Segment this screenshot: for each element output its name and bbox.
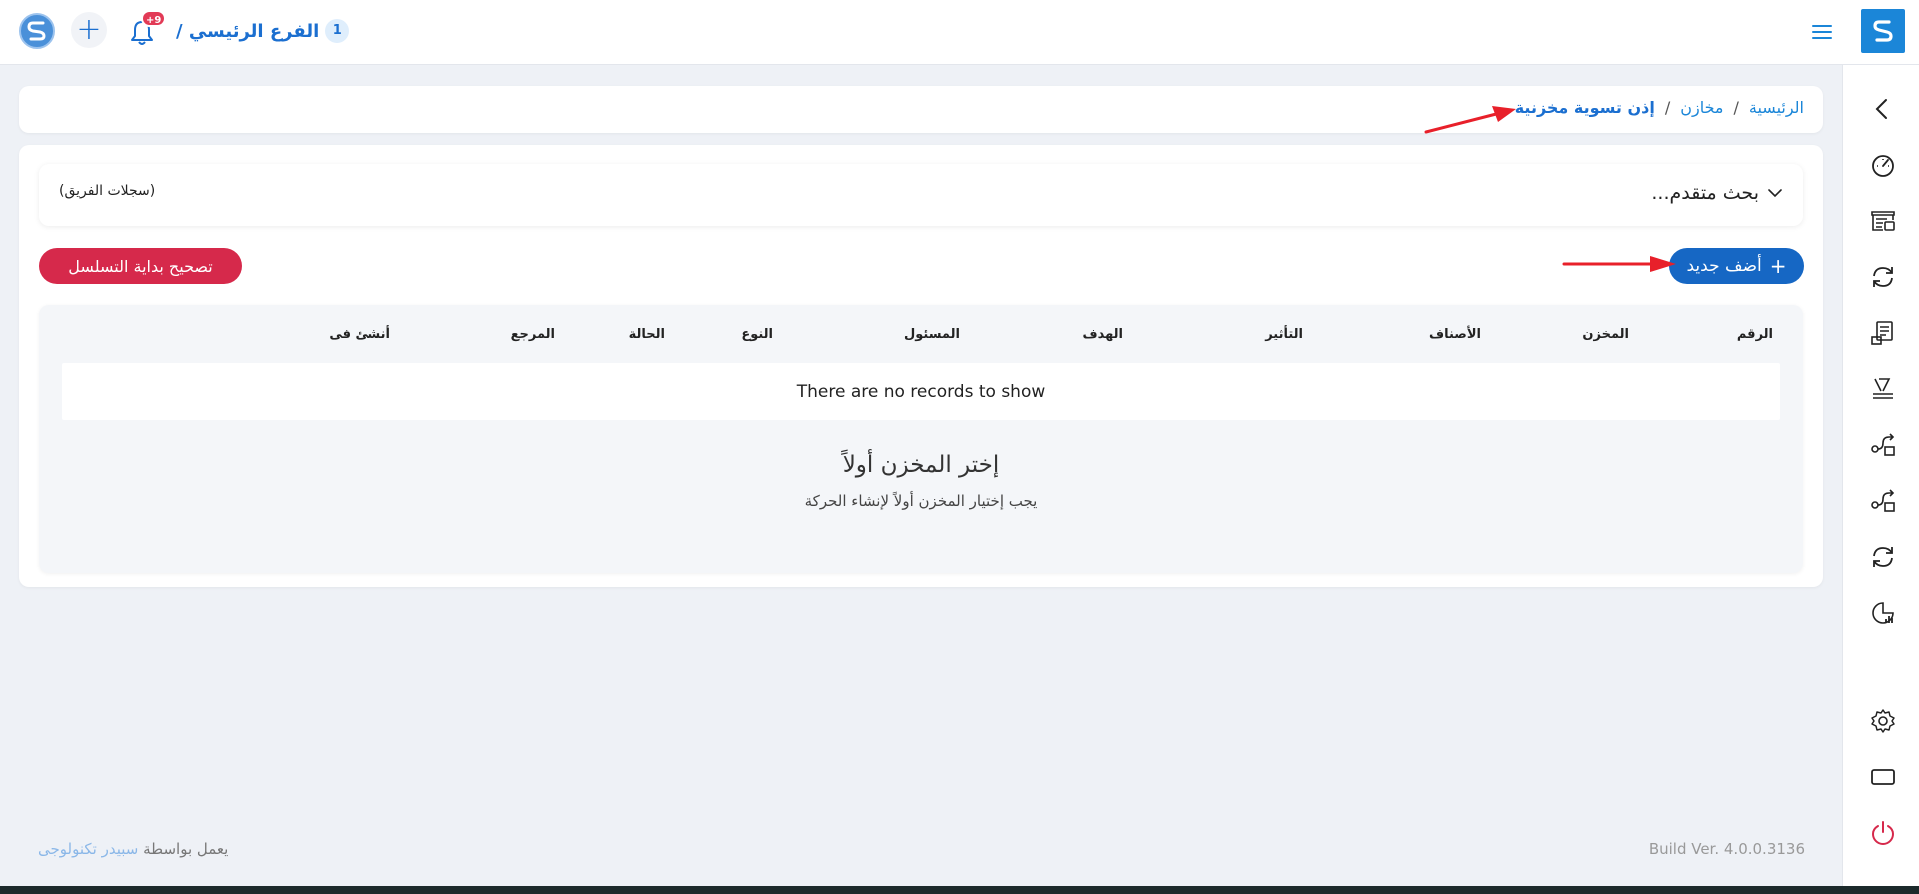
breadcrumb-card: الرئيسية / مخازن / إذن تسوية مخزنية xyxy=(19,86,1823,133)
branch-name: الفرع الرئيسي / xyxy=(176,20,320,42)
breadcrumb-separator: / xyxy=(1733,98,1739,117)
notification-badge: +9 xyxy=(141,10,167,27)
fix-sequence-button[interactable]: تصحيح بداية التسلسل xyxy=(39,248,242,284)
transfer-out-icon[interactable] xyxy=(1869,487,1897,515)
records-table: الرقم المخزن الأصناف التأثير الهدف المسئ… xyxy=(39,305,1803,573)
advanced-search-toggle[interactable]: بحث متقدم... xyxy=(1651,182,1783,204)
column-header-effect[interactable]: التأثير xyxy=(1265,327,1303,342)
warehouse-icon[interactable] xyxy=(1869,207,1897,235)
advanced-search-title: بحث متقدم... xyxy=(1651,182,1759,204)
empty-state-subtitle: يجب إختيار المخزن أولاً لإنشاء الحركة xyxy=(804,492,1038,510)
screen-icon[interactable] xyxy=(1869,763,1897,791)
transfer-icon[interactable] xyxy=(1869,431,1897,459)
menu-toggle-icon[interactable] xyxy=(1810,20,1834,44)
breadcrumb-home[interactable]: الرئيسية xyxy=(1749,98,1804,117)
right-sidebar xyxy=(1842,65,1919,888)
column-header-warehouse[interactable]: المخزن xyxy=(1582,327,1629,342)
dashboard-gauge-icon[interactable] xyxy=(1869,151,1897,179)
power-icon[interactable] xyxy=(1869,819,1897,847)
footer-powered-by: يعمل بواسطة سبيدر تكنولوجى xyxy=(38,840,228,858)
annotation-arrow-icon xyxy=(1424,106,1516,134)
empty-records-row: There are no records to show xyxy=(62,363,1780,420)
column-header-type[interactable]: النوع xyxy=(741,327,773,342)
app-logo-icon[interactable] xyxy=(18,12,56,50)
quick-add-button[interactable]: + xyxy=(71,12,107,48)
branch-selector[interactable]: 1 الفرع الرئيسي / xyxy=(176,16,350,46)
add-new-button[interactable]: + أضف جديد xyxy=(1669,248,1804,284)
advanced-search-panel[interactable]: بحث متقدم... (سجلات الفريق) xyxy=(39,164,1803,226)
column-header-reference[interactable]: المرجع xyxy=(511,327,555,342)
brand-s-icon xyxy=(1873,20,1893,42)
sync-icon[interactable] xyxy=(1869,543,1897,571)
breadcrumb: الرئيسية / مخازن / إذن تسوية مخزنية xyxy=(1515,98,1804,117)
main-card: بحث متقدم... (سجلات الفريق) + أضف جديد ت… xyxy=(19,145,1823,587)
refresh-icon[interactable] xyxy=(1869,263,1897,291)
top-bar: + +9 1 الفرع الرئيسي / xyxy=(0,0,1919,65)
add-new-label: أضف جديد xyxy=(1686,256,1762,276)
breadcrumb-separator: / xyxy=(1664,98,1671,117)
column-header-target[interactable]: الهدف xyxy=(1082,327,1123,342)
column-header-items[interactable]: الأصناف xyxy=(1429,327,1481,342)
column-header-created-at[interactable]: أنشئ فى xyxy=(329,327,390,342)
branch-number: 1 xyxy=(325,19,350,43)
chevron-left-icon[interactable] xyxy=(1869,95,1897,123)
column-header-responsible[interactable]: المسئول xyxy=(904,327,960,342)
notifications-bell-icon[interactable]: +9 xyxy=(126,10,167,48)
inventory-report-icon[interactable] xyxy=(1869,319,1897,347)
annotation-arrow-icon xyxy=(1562,256,1676,272)
chevron-down-icon xyxy=(1768,189,1782,198)
column-header-number[interactable]: الرقم xyxy=(1737,327,1773,342)
gear-icon[interactable] xyxy=(1869,707,1897,735)
powered-by-label: يعمل بواسطة xyxy=(143,840,229,858)
team-records-label: (سجلات الفريق) xyxy=(59,183,156,199)
plus-icon: + xyxy=(1769,254,1787,278)
adjustment-icon[interactable] xyxy=(1869,375,1897,403)
stats-chart-icon[interactable] xyxy=(1869,599,1897,627)
empty-state-title: إختر المخزن أولاً xyxy=(842,452,1000,478)
build-version: Build Ver. 4.0.0.3136 xyxy=(1648,840,1805,858)
breadcrumb-current: إذن تسوية مخزنية xyxy=(1514,98,1655,117)
column-header-status[interactable]: الحالة xyxy=(629,327,665,342)
company-link[interactable]: سبيدر تكنولوجى xyxy=(38,840,138,858)
breadcrumb-warehouses[interactable]: مخازن xyxy=(1680,98,1723,117)
brand-logo[interactable] xyxy=(1861,9,1905,53)
taskbar-strip xyxy=(0,886,1919,894)
